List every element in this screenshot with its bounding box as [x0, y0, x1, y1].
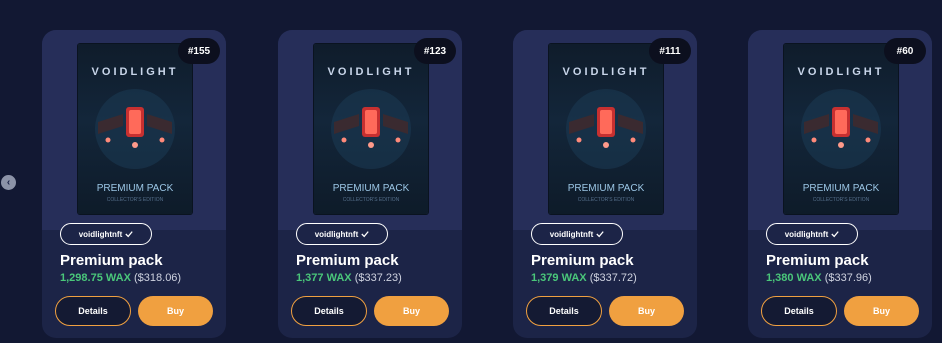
- price-wax: 1,379 WAX: [531, 272, 587, 284]
- collection-name: voidlightnft: [78, 229, 123, 239]
- pack-small-text: COLLECTOR'S EDITION: [106, 197, 164, 203]
- chevron-left-icon[interactable]: ‹: [1, 175, 16, 190]
- price: 1,377 WAX ($337.23): [296, 272, 402, 284]
- card-image-area: VOIDLIGHT PREMIUM PACK COLLECTOR'S EDITI…: [748, 30, 932, 230]
- price-usd: ($318.06): [134, 272, 182, 284]
- pack-label: PREMIUM PACK: [96, 183, 174, 194]
- details-button[interactable]: Details: [526, 296, 602, 326]
- verified-check-icon: [125, 231, 133, 238]
- verified-check-icon: [596, 231, 604, 238]
- listing-row: ‹ VOIDLIGHT PREMIUM PACK COLLECTOR'S EDI…: [0, 0, 942, 343]
- buy-button[interactable]: Buy: [844, 296, 919, 326]
- listing-card[interactable]: VOIDLIGHT PREMIUM PACK COLLECTOR'S EDITI…: [278, 30, 462, 338]
- price: 1,298.75 WAX ($318.06): [60, 272, 181, 284]
- details-button[interactable]: Details: [291, 296, 367, 326]
- price: 1,379 WAX ($337.72): [531, 272, 637, 284]
- card-image-area: VOIDLIGHT PREMIUM PACK COLLECTOR'S EDITI…: [513, 30, 697, 230]
- pack-image[interactable]: VOIDLIGHT PREMIUM PACK COLLECTOR'S EDITI…: [784, 44, 898, 214]
- details-button[interactable]: Details: [55, 296, 131, 326]
- collection-name: voidlightnft: [549, 229, 594, 239]
- price-usd: ($337.72): [589, 272, 637, 284]
- pack-label: PREMIUM PACK: [332, 183, 410, 194]
- buy-button[interactable]: Buy: [374, 296, 449, 326]
- price-usd: ($337.96): [824, 272, 872, 284]
- card-image-area: VOIDLIGHT PREMIUM PACK COLLECTOR'S EDITI…: [278, 30, 462, 230]
- pack-image[interactable]: VOIDLIGHT PREMIUM PACK COLLECTOR'S EDITI…: [78, 44, 192, 214]
- edition-badge: #123: [414, 38, 456, 64]
- price-wax: 1,380 WAX: [766, 272, 822, 284]
- listing-card[interactable]: VOIDLIGHT PREMIUM PACK COLLECTOR'S EDITI…: [748, 30, 932, 338]
- price-wax: 1,377 WAX: [296, 272, 352, 284]
- item-name: Premium pack: [296, 252, 399, 269]
- details-button[interactable]: Details: [761, 296, 837, 326]
- item-name: Premium pack: [60, 252, 163, 269]
- collection-name: voidlightnft: [314, 229, 359, 239]
- pack-small-text: COLLECTOR'S EDITION: [577, 197, 635, 203]
- collection-badge[interactable]: voidlightnft: [296, 223, 388, 245]
- collection-name: voidlightnft: [784, 229, 829, 239]
- listing-card[interactable]: VOIDLIGHT PREMIUM PACK COLLECTOR'S EDITI…: [42, 30, 226, 338]
- pack-label: PREMIUM PACK: [802, 183, 880, 194]
- pack-small-text: COLLECTOR'S EDITION: [812, 197, 870, 203]
- pack-small-text: COLLECTOR'S EDITION: [342, 197, 400, 203]
- verified-check-icon: [361, 231, 369, 238]
- pack-image[interactable]: VOIDLIGHT PREMIUM PACK COLLECTOR'S EDITI…: [314, 44, 428, 214]
- listing-card[interactable]: VOIDLIGHT PREMIUM PACK COLLECTOR'S EDITI…: [513, 30, 697, 338]
- item-name: Premium pack: [766, 252, 869, 269]
- collection-badge[interactable]: voidlightnft: [60, 223, 152, 245]
- pack-image[interactable]: VOIDLIGHT PREMIUM PACK COLLECTOR'S EDITI…: [549, 44, 663, 214]
- price-usd: ($337.23): [354, 272, 402, 284]
- buy-button[interactable]: Buy: [138, 296, 213, 326]
- edition-badge: #155: [178, 38, 220, 64]
- price: 1,380 WAX ($337.96): [766, 272, 872, 284]
- item-name: Premium pack: [531, 252, 634, 269]
- verified-check-icon: [831, 231, 839, 238]
- edition-badge: #60: [884, 38, 926, 64]
- price-wax: 1,298.75 WAX: [60, 272, 131, 284]
- collection-badge[interactable]: voidlightnft: [766, 223, 858, 245]
- edition-badge: #111: [649, 38, 691, 64]
- collection-badge[interactable]: voidlightnft: [531, 223, 623, 245]
- pack-label: PREMIUM PACK: [567, 183, 645, 194]
- card-image-area: VOIDLIGHT PREMIUM PACK COLLECTOR'S EDITI…: [42, 30, 226, 230]
- buy-button[interactable]: Buy: [609, 296, 684, 326]
